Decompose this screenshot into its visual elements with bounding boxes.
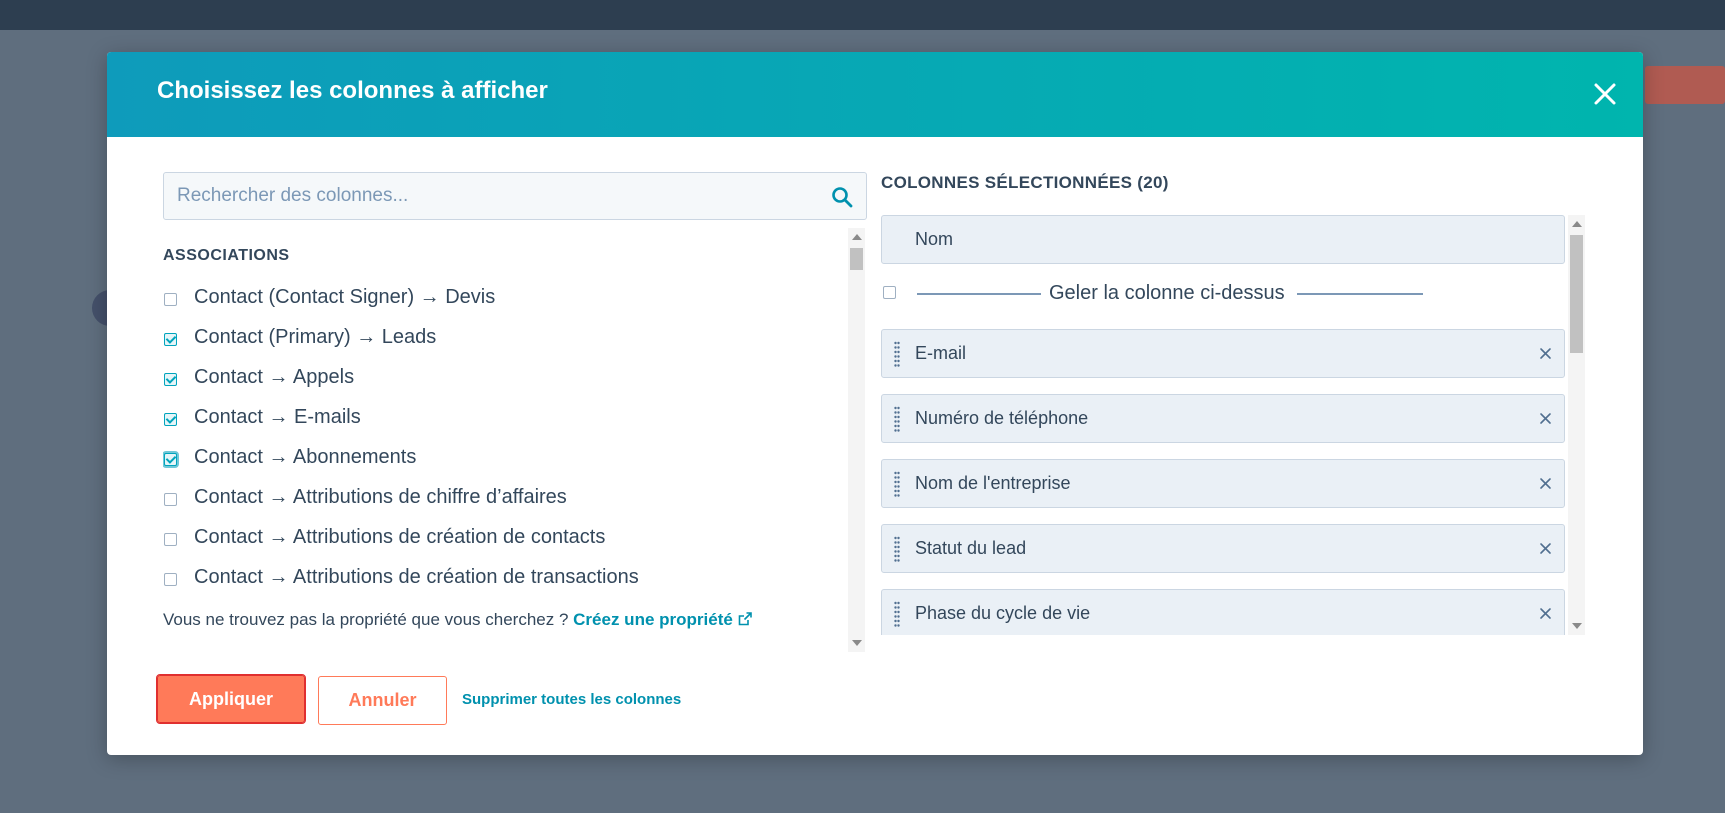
checkbox[interactable] (164, 493, 177, 506)
remove-column-icon[interactable] (1538, 346, 1553, 361)
column-label: Phase du cycle de vie (915, 603, 1091, 623)
freeze-column-label: Geler la colonne ci-dessus (1049, 282, 1285, 304)
column-label: Nom (915, 229, 954, 249)
checkbox[interactable] (164, 573, 177, 586)
selected-columns-title: COLONNES SÉLECTIONNÉES (20) (881, 173, 1169, 192)
selected-columns-scrollbar[interactable] (1568, 215, 1585, 635)
selected-column[interactable]: Statut du lead (881, 524, 1565, 573)
associations-scrollbar[interactable] (848, 228, 865, 652)
scrollbar-thumb[interactable] (1570, 235, 1583, 353)
search-icon[interactable] (830, 185, 854, 209)
selected-column[interactable]: E-mail (881, 329, 1565, 378)
scroll-up-icon[interactable] (1572, 221, 1582, 227)
selected-column[interactable]: Phase du cycle de vie (881, 589, 1565, 635)
checkbox[interactable] (164, 333, 177, 346)
association-label: Contact (Contact Signer) → Devis (194, 286, 496, 308)
freeze-divider-left (917, 293, 1041, 295)
drag-handle-icon[interactable] (894, 471, 900, 497)
association-item[interactable]: Contact → Attributions de chiffre d’affa… (163, 486, 843, 526)
association-label: Contact → Attributions de chiffre d’affa… (194, 486, 567, 508)
create-property-link[interactable]: Créez une propriété (573, 610, 753, 629)
search-input[interactable] (164, 173, 830, 219)
freeze-checkbox[interactable] (883, 286, 896, 299)
association-label: Contact (Primary) → Leads (194, 326, 437, 348)
scroll-up-icon[interactable] (852, 234, 862, 240)
drag-handle-icon[interactable] (894, 601, 900, 627)
background-action-button (1645, 66, 1725, 104)
create-property-hint: Vous ne trouvez pas la propriété que vou… (163, 610, 753, 630)
column-label: Numéro de téléphone (915, 408, 1089, 428)
hint-text: Vous ne trouvez pas la propriété que vou… (163, 610, 574, 629)
associations-list: ASSOCIATIONS Contact (Contact Signer) → … (163, 228, 867, 652)
modal-header: Choisissez les colonnes à afficher (107, 52, 1643, 137)
modal-title: Choisissez les colonnes à afficher (157, 77, 548, 104)
column-label: E-mail (915, 343, 967, 363)
association-item[interactable]: Contact → Attributions de création de co… (163, 526, 843, 566)
create-property-label: Créez une propriété (573, 610, 733, 629)
selected-columns-list: Nom Geler la colonne ci-dessus E-mail Nu… (881, 215, 1583, 635)
drag-handle-icon[interactable] (894, 536, 900, 562)
remove-column-icon[interactable] (1538, 476, 1553, 491)
selected-column[interactable]: Numéro de téléphone (881, 394, 1565, 443)
association-label: Contact → E-mails (194, 406, 361, 428)
checkbox[interactable] (164, 533, 177, 546)
column-label: Nom de l'entreprise (915, 473, 1071, 493)
association-item[interactable]: Contact → Attributions de création de tr… (163, 566, 843, 606)
selected-column[interactable]: Nom de l'entreprise (881, 459, 1565, 508)
scroll-down-icon[interactable] (1572, 623, 1582, 629)
app-top-bar (0, 0, 1725, 30)
remove-column-icon[interactable] (1538, 606, 1553, 621)
checkbox[interactable] (164, 373, 177, 386)
association-item[interactable]: Contact → E-mails (163, 406, 843, 446)
close-icon (1594, 83, 1616, 105)
association-label: Contact → Attributions de création de co… (194, 526, 606, 548)
cancel-button[interactable]: Annuler (318, 676, 447, 725)
column-label: Statut du lead (915, 538, 1027, 558)
association-item[interactable]: Contact (Primary) → Leads (163, 326, 843, 366)
association-item[interactable]: Contact → Appels (163, 366, 843, 406)
checkbox[interactable] (164, 293, 177, 306)
association-item[interactable]: Contact (Contact Signer) → Devis (163, 286, 843, 326)
freeze-divider-right (1297, 293, 1423, 295)
scrollbar-thumb[interactable] (850, 248, 863, 270)
freeze-column-row: Geler la colonne ci-dessus (881, 275, 1565, 325)
drag-handle-icon[interactable] (894, 406, 900, 432)
association-item[interactable]: Contact → Abonnements (163, 446, 843, 486)
external-link-icon (738, 612, 752, 626)
remove-column-icon[interactable] (1538, 411, 1553, 426)
drag-handle-icon[interactable] (894, 341, 900, 367)
apply-button[interactable]: Appliquer (156, 674, 306, 724)
close-button[interactable] (1589, 78, 1621, 110)
search-box (163, 172, 867, 220)
selected-column-pinned: Nom (881, 215, 1565, 264)
checkbox[interactable] (164, 413, 177, 426)
scroll-down-icon[interactable] (852, 640, 862, 646)
remove-column-icon[interactable] (1538, 541, 1553, 556)
checkbox[interactable] (164, 453, 177, 466)
choose-columns-modal: Choisissez les colonnes à afficher ASSOC… (107, 52, 1643, 755)
section-title-associations: ASSOCIATIONS (163, 247, 290, 264)
remove-all-columns-link[interactable]: Supprimer toutes les colonnes (462, 691, 681, 708)
association-label: Contact → Attributions de création de tr… (194, 566, 639, 588)
association-label: Contact → Abonnements (194, 446, 417, 468)
association-label: Contact → Appels (194, 366, 355, 388)
